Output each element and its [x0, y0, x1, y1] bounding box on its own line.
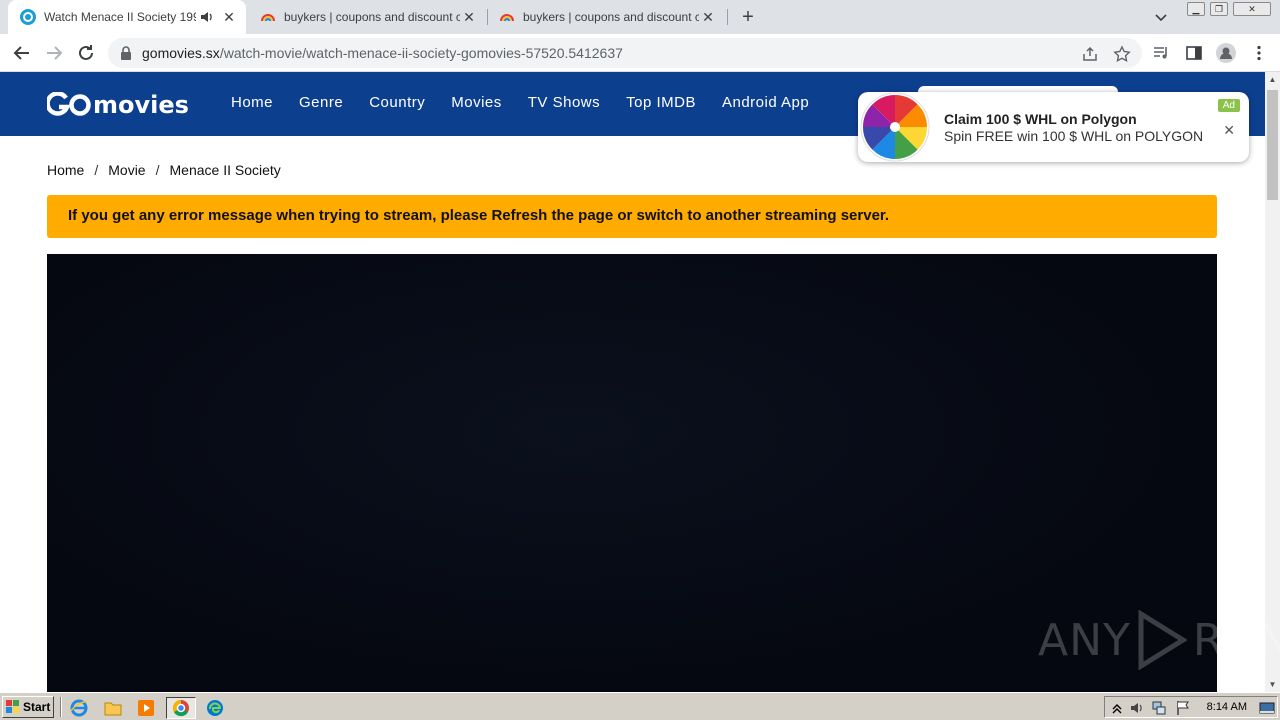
anyrun-watermark: ANY RUN: [1038, 610, 1280, 670]
breadcrumb-separator: /: [155, 162, 160, 178]
tab-close-icon[interactable]: ✕: [699, 8, 717, 26]
tab-buykers-1[interactable]: buykers | coupons and discount code ✕: [248, 0, 486, 34]
scroll-thumb[interactable]: [1267, 90, 1278, 200]
logo-text: movies: [93, 91, 189, 119]
chrome-taskbar-icon[interactable]: [166, 697, 196, 719]
media-player-taskbar-icon[interactable]: [134, 697, 158, 719]
tab-strip: Watch Menace II Society 1993 ✕ buykers |…: [0, 0, 1280, 34]
nav-movies[interactable]: Movies: [451, 94, 502, 111]
breadcrumb-movie[interactable]: Movie: [108, 162, 145, 178]
reload-icon[interactable]: [74, 41, 98, 65]
browser-toolbar: gomovies.sx/watch-movie/watch-menace-ii-…: [0, 34, 1280, 72]
ad-badge: Ad: [1217, 99, 1240, 112]
start-button[interactable]: Start: [2, 696, 54, 718]
address-bar[interactable]: gomovies.sx/watch-movie/watch-menace-ii-…: [108, 38, 1142, 68]
tab-divider: [727, 9, 728, 25]
gomovies-logo[interactable]: movies: [47, 90, 189, 120]
ad-subtitle: Spin FREE win 100 $ WHL on POLYGON: [944, 128, 1204, 144]
nav-country[interactable]: Country: [369, 94, 425, 111]
play-triangle-logo-icon: [1138, 610, 1188, 670]
rainbow-favicon-icon: [261, 14, 275, 22]
minimize-window-button[interactable]: ▁: [1187, 2, 1205, 16]
tab-title: buykers | coupons and discount code: [284, 10, 460, 24]
media-control-icon[interactable]: [1152, 44, 1170, 62]
network-icon[interactable]: [1151, 700, 1167, 716]
scroll-down-arrow-icon[interactable]: ▼: [1265, 677, 1280, 692]
tab-close-icon[interactable]: ✕: [460, 8, 478, 26]
url-host: gomovies.sx: [142, 45, 220, 61]
windows-taskbar: Start 8:14 AM: [0, 692, 1280, 720]
breadcrumb-home[interactable]: Home: [47, 162, 84, 178]
gomovies-favicon-icon: [20, 9, 36, 25]
forward-arrow-icon[interactable]: [42, 41, 66, 65]
new-tab-button[interactable]: +: [737, 6, 759, 28]
go-logo-icon: [47, 92, 91, 116]
prize-wheel-icon: [860, 92, 930, 162]
side-panel-icon[interactable]: [1185, 44, 1203, 62]
file-explorer-taskbar-icon[interactable]: [101, 697, 125, 719]
url-path: /watch-movie/watch-menace-ii-society-gom…: [219, 45, 623, 61]
breadcrumb-separator: /: [94, 162, 99, 178]
nav-android-app[interactable]: Android App: [722, 94, 809, 111]
nav-top-imdb[interactable]: Top IMDB: [626, 94, 696, 111]
edge-taskbar-icon[interactable]: [203, 697, 227, 719]
internet-explorer-taskbar-icon[interactable]: [67, 697, 91, 719]
kebab-menu-icon[interactable]: [1250, 44, 1268, 62]
tab-close-icon[interactable]: ✕: [220, 8, 238, 26]
ad-close-icon[interactable]: ✕: [1223, 122, 1235, 139]
scroll-up-arrow-icon[interactable]: ▲: [1265, 72, 1280, 87]
breadcrumb-current: Menace II Society: [169, 162, 281, 178]
breadcrumb: Home / Movie / Menace II Society: [47, 162, 281, 178]
audio-playing-icon[interactable]: [200, 10, 214, 24]
lock-icon[interactable]: [120, 46, 132, 60]
start-label: Start: [23, 700, 51, 714]
ad-title: Claim 100 $ WHL on Polygon: [944, 111, 1137, 127]
alert-text: If you get any error message when trying…: [68, 207, 890, 224]
nav-home[interactable]: Home: [231, 94, 273, 111]
nav-genre[interactable]: Genre: [299, 94, 343, 111]
watermark-left: ANY: [1038, 614, 1131, 666]
restore-window-button[interactable]: ❐: [1210, 2, 1228, 16]
tab-search-chevron-icon[interactable]: [1152, 8, 1170, 26]
ad-popup[interactable]: Claim 100 $ WHL on Polygon Spin FREE win…: [858, 92, 1249, 162]
tab-title: Watch Menace II Society 1993: [44, 10, 196, 24]
show-desktop-icon[interactable]: [1259, 700, 1275, 716]
profile-avatar-icon[interactable]: [1216, 43, 1236, 63]
bookmark-star-icon[interactable]: [1113, 45, 1131, 63]
tab-title: buykers | coupons and discount code: [523, 10, 699, 24]
watermark-right: RUN: [1192, 614, 1280, 666]
page-scrollbar[interactable]: ▲ ▼: [1265, 72, 1280, 692]
taskbar-clock[interactable]: 8:14 AM: [1207, 701, 1247, 713]
share-icon[interactable]: [1081, 45, 1099, 63]
action-center-flag-icon[interactable]: [1175, 700, 1191, 716]
windows-flag-icon: [6, 700, 19, 713]
url-text: gomovies.sx/watch-movie/watch-menace-ii-…: [142, 45, 623, 61]
volume-icon[interactable]: [1129, 700, 1145, 716]
tab-active[interactable]: Watch Menace II Society 1993 ✕: [8, 0, 246, 34]
back-arrow-icon[interactable]: [10, 41, 34, 65]
nav-tv-shows[interactable]: TV Shows: [528, 94, 600, 111]
taskbar-divider: [60, 697, 62, 717]
stream-error-alert: If you get any error message when trying…: [47, 195, 1217, 238]
system-tray: 8:14 AM: [1104, 696, 1278, 718]
tab-buykers-2[interactable]: buykers | coupons and discount code ✕: [487, 0, 725, 34]
show-hidden-icons-icon[interactable]: [1109, 700, 1125, 716]
rainbow-favicon-icon: [500, 14, 514, 22]
close-window-button[interactable]: ✕: [1233, 2, 1271, 16]
main-nav: Home Genre Country Movies TV Shows Top I…: [231, 94, 835, 111]
